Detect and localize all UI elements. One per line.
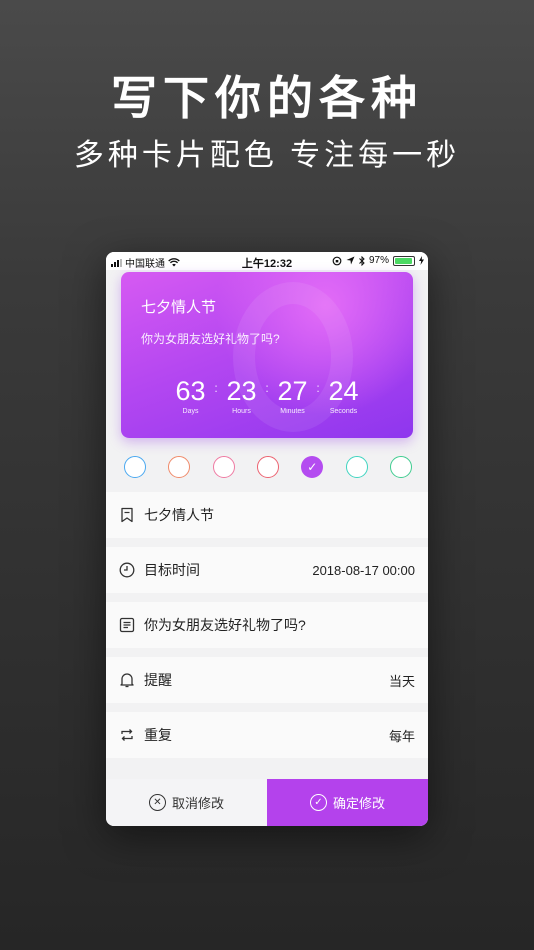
minutes-value: 27 <box>277 376 308 406</box>
close-icon: ✕ <box>148 794 166 811</box>
countdown-minutes: 27 Minutes <box>273 376 313 415</box>
reminder-row[interactable]: 提醒 当天 <box>106 657 428 703</box>
hours-label: Hours <box>232 408 251 415</box>
repeat-value: 每年 <box>388 728 415 744</box>
repeat-row[interactable]: 重复 每年 <box>106 712 428 758</box>
days-label: Days <box>182 408 199 415</box>
countdown-days: 63 Days <box>171 376 211 415</box>
color-swatch[interactable]: ✓ <box>301 456 324 478</box>
promo-headline: 写下你的各种 <box>111 72 423 124</box>
check-icon: ✓ <box>309 794 327 811</box>
card-description: 你为女朋友选好礼物了吗? <box>141 332 280 346</box>
check-icon: ✓ <box>307 460 318 474</box>
target-time-label: 目标时间 <box>144 562 200 578</box>
confirm-button[interactable]: ✓ 确定修改 <box>267 779 428 826</box>
orientation-lock-icon <box>332 256 342 265</box>
clock-icon <box>118 561 136 579</box>
target-time-value: 2018-08-17 00:00 <box>312 562 415 578</box>
status-right: 97% <box>332 255 424 266</box>
countdown-separator: : <box>214 381 218 395</box>
confirm-label: 确定修改 <box>332 796 385 811</box>
countdown: 63 Days : 23 Hours : 27 Minutes : 24 Sec… <box>121 376 413 415</box>
note-value: 你为女朋友选好礼物了吗? <box>144 617 306 633</box>
seconds-label: Seconds <box>329 408 358 415</box>
countdown-hours: 23 Hours <box>222 376 262 415</box>
battery-percent: 97% <box>368 255 389 266</box>
color-swatch[interactable] <box>389 456 412 478</box>
card-title: 七夕情人节 <box>141 299 217 316</box>
color-swatch[interactable] <box>124 456 146 478</box>
note-row[interactable]: 你为女朋友选好礼物了吗? <box>106 602 428 648</box>
minutes-label: Minutes <box>280 408 305 415</box>
bell-icon <box>118 671 136 689</box>
phone-screen: 中国联通 上午12:32 97% 七夕情人节 你为女朋友选好礼物了吗? 63 D… <box>106 252 428 826</box>
note-icon <box>118 616 136 634</box>
color-swatch[interactable] <box>256 456 279 478</box>
cancel-button[interactable]: ✕ 取消修改 <box>106 779 267 826</box>
title-value: 七夕情人节 <box>144 507 214 523</box>
countdown-separator: : <box>316 381 320 395</box>
reminder-label: 提醒 <box>144 672 172 688</box>
title-row[interactable]: 七夕情人节 <box>106 492 428 538</box>
cancel-label: 取消修改 <box>171 796 224 811</box>
bluetooth-icon <box>359 255 365 266</box>
promo-subline: 多种卡片配色 专注每一秒 <box>73 139 461 172</box>
event-form: 七夕情人节 目标时间 2018-08-17 00:00 你为女朋友选好礼物了吗?… <box>106 492 428 767</box>
hours-value: 23 <box>226 376 257 406</box>
status-bar: 中国联通 上午12:32 97% <box>106 252 428 270</box>
battery-icon <box>393 255 415 266</box>
action-bar: ✕ 取消修改 ✓ 确定修改 <box>106 779 428 826</box>
charging-icon <box>419 256 424 265</box>
countdown-separator: : <box>265 381 269 395</box>
location-icon <box>346 256 355 265</box>
color-swatch[interactable] <box>212 456 235 478</box>
reminder-value: 当天 <box>388 673 415 689</box>
countdown-card[interactable]: 七夕情人节 你为女朋友选好礼物了吗? 63 Days : 23 Hours : … <box>121 272 413 438</box>
repeat-label: 重复 <box>144 727 172 743</box>
days-value: 63 <box>175 376 206 406</box>
color-swatch[interactable] <box>168 456 191 478</box>
color-swatches: ✓ <box>124 456 412 478</box>
color-swatch[interactable] <box>345 456 368 478</box>
seconds-value: 24 <box>328 376 359 406</box>
target-time-row[interactable]: 目标时间 2018-08-17 00:00 <box>106 547 428 593</box>
countdown-seconds: 24 Seconds <box>324 376 364 415</box>
repeat-icon <box>118 726 136 744</box>
bookmark-icon <box>118 506 136 524</box>
